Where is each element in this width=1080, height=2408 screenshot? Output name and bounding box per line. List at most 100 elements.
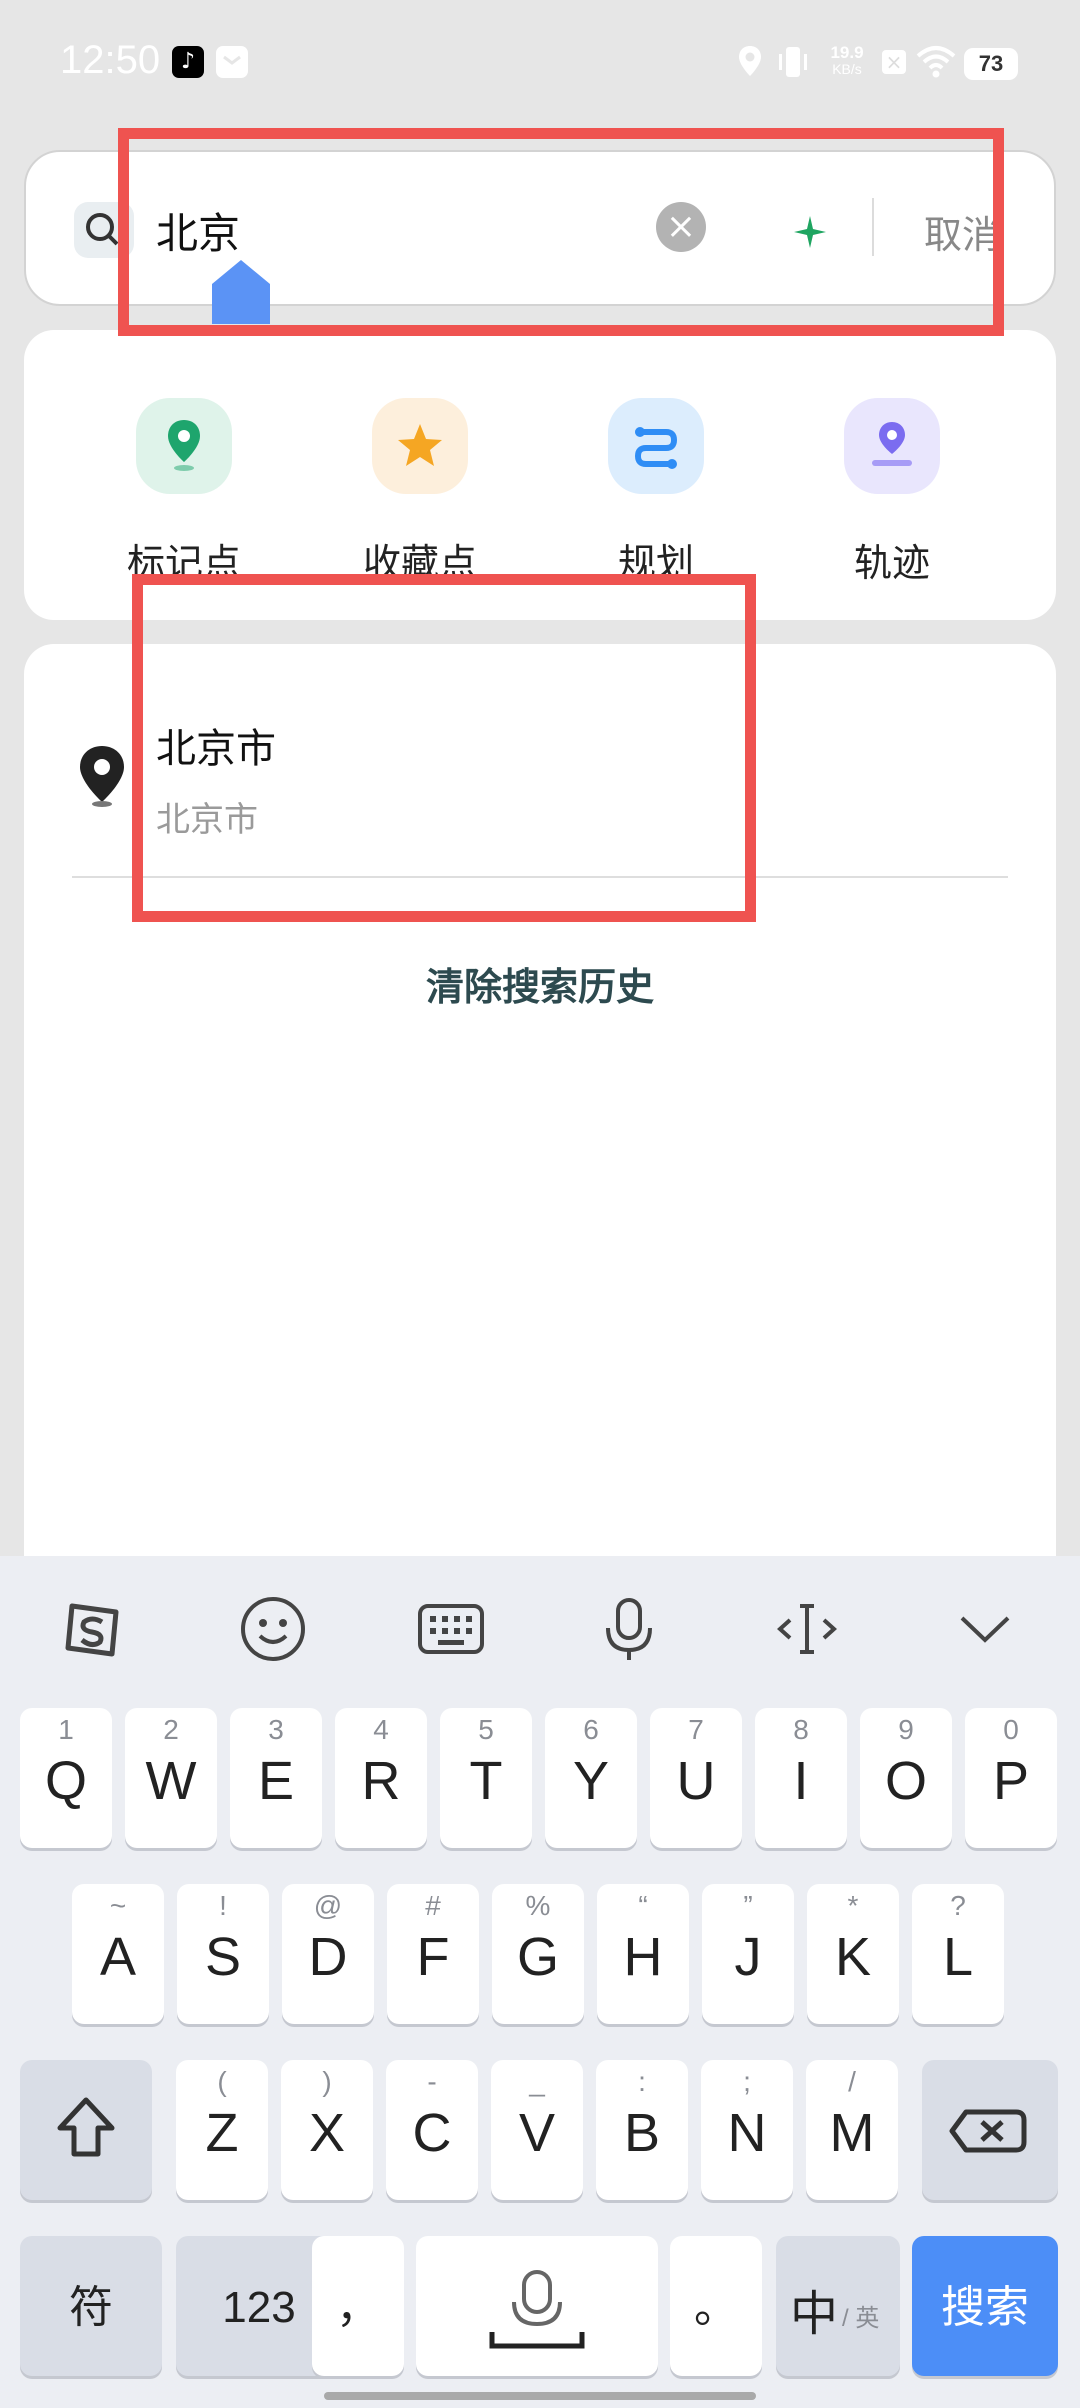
shift-key[interactable] xyxy=(20,2060,152,2200)
key-d[interactable]: @ D xyxy=(282,1884,374,2024)
key-v[interactable]: _ V xyxy=(491,2060,583,2200)
key-hint: - xyxy=(427,2066,437,2097)
key-label: D xyxy=(308,1927,348,1987)
key-r[interactable]: 4R xyxy=(335,1708,427,1848)
sogou-logo-icon[interactable] xyxy=(58,1594,128,1664)
key-label: W xyxy=(145,1751,197,1811)
key-hint: / xyxy=(848,2066,856,2097)
language-sub-label: / 英 xyxy=(842,2305,880,2332)
highlight-box-search xyxy=(118,128,1004,336)
key-x[interactable]: ) X xyxy=(281,2060,373,2200)
key-label: K xyxy=(834,1927,872,1987)
collapse-keyboard-icon[interactable] xyxy=(950,1594,1020,1664)
key-hint: “ xyxy=(638,1890,648,1921)
key-hint: % xyxy=(525,1890,551,1921)
period-key[interactable]: 。 xyxy=(670,2236,762,2376)
key-label: C xyxy=(412,2103,452,2163)
emoji-icon[interactable] xyxy=(238,1594,308,1664)
key-label: Z xyxy=(205,2103,239,2163)
language-toggle-key[interactable]: 中 / 英 xyxy=(776,2236,900,2376)
track-icon xyxy=(844,398,940,494)
key-hint: ” xyxy=(743,1890,753,1921)
key-s[interactable]: ! S xyxy=(177,1884,269,2024)
key-g[interactable]: % G xyxy=(492,1884,584,2024)
location-status-icon xyxy=(739,46,761,76)
key-hint: ( xyxy=(217,2066,227,2097)
key-label: X xyxy=(308,2103,346,2163)
key-z[interactable]: (Z xyxy=(176,2060,268,2200)
key-i[interactable]: 8I xyxy=(755,1708,847,1848)
space-key[interactable] xyxy=(416,2236,658,2376)
key-label: P xyxy=(992,1751,1030,1811)
key-y[interactable]: 6Y xyxy=(545,1708,637,1848)
backspace-key[interactable] xyxy=(922,2060,1058,2200)
key-label: I xyxy=(793,1751,809,1811)
key-o[interactable]: 9O xyxy=(860,1708,952,1848)
clear-history-button[interactable]: 清除搜索历史 xyxy=(24,956,1056,1011)
status-bar: 12:50 ♪ 19.9 KB/s × 73 xyxy=(0,0,1080,130)
key-hint: 2 xyxy=(163,1714,179,1745)
quick-action-favorite[interactable]: 收藏点 xyxy=(340,398,500,587)
quick-action-marker[interactable]: 标记点 xyxy=(104,398,264,587)
key-n[interactable]: ; N xyxy=(701,2060,793,2200)
microphone-icon[interactable] xyxy=(594,1594,664,1664)
key-t[interactable]: 5T xyxy=(440,1708,532,1848)
key-hint: # xyxy=(425,1890,441,1921)
vibrate-status-icon xyxy=(779,47,807,77)
key-hint: ? xyxy=(950,1890,966,1921)
language-main-label: 中 xyxy=(790,2288,839,2341)
key-u[interactable]: 7U xyxy=(650,1708,742,1848)
period-key-label: 。 xyxy=(694,2283,738,2332)
key-label: Q xyxy=(44,1751,87,1811)
comma-key-label: ， xyxy=(336,2283,380,2332)
key-f[interactable]: # F xyxy=(387,1884,479,2024)
key-label: N xyxy=(727,2103,767,2163)
key-k[interactable]: * K xyxy=(807,1884,899,2024)
key-label: V xyxy=(518,2103,556,2163)
keyboard-icon[interactable] xyxy=(416,1594,486,1664)
no-sim-icon: × xyxy=(882,50,906,74)
key-label: E xyxy=(257,1751,295,1811)
cursor-move-icon[interactable] xyxy=(772,1594,842,1664)
key-hint: * xyxy=(847,1890,859,1921)
highlight-box-result xyxy=(132,574,756,922)
key-l[interactable]: ? L xyxy=(912,1884,1004,2024)
soft-keyboard: 1Q2W3E4R5T6Y7U8I9O0P ~ A! S @ D # F% G “H” J * K? L … xyxy=(0,1556,1080,2408)
key-label: A xyxy=(99,1927,137,1987)
quick-action-route[interactable]: 规划 xyxy=(576,398,736,587)
comma-key[interactable]: ， xyxy=(312,2236,404,2376)
key-m[interactable]: / M xyxy=(806,2060,898,2200)
route-plan-icon xyxy=(608,398,704,494)
key-hint: 6 xyxy=(583,1714,599,1745)
keyboard-toolbar xyxy=(0,1556,1080,1696)
key-hint: 4 xyxy=(373,1714,389,1745)
network-speed: 19.9 KB/s xyxy=(822,44,872,84)
key-c[interactable]: -C xyxy=(386,2060,478,2200)
key-label: J xyxy=(734,1927,762,1987)
home-indicator[interactable] xyxy=(324,2392,756,2400)
key-label: F xyxy=(416,1927,450,1987)
symbol-key-label: 符 xyxy=(69,2283,113,2332)
key-label: T xyxy=(469,1751,503,1811)
battery-indicator: 73 xyxy=(964,48,1018,80)
key-b[interactable]: :B xyxy=(596,2060,688,2200)
key-p[interactable]: 0P xyxy=(965,1708,1057,1848)
key-a[interactable]: ~ A xyxy=(72,1884,164,2024)
key-label: O xyxy=(884,1751,927,1811)
key-label: R xyxy=(361,1751,401,1811)
search-key-label: 搜索 xyxy=(941,2283,1029,2332)
key-w[interactable]: 2W xyxy=(125,1708,217,1848)
key-hint: ~ xyxy=(109,1890,127,1921)
symbol-key[interactable]: 符 xyxy=(20,2236,162,2376)
key-h[interactable]: “H xyxy=(597,1884,689,2024)
key-j[interactable]: ” J xyxy=(702,1884,794,2024)
key-q[interactable]: 1Q xyxy=(20,1708,112,1848)
key-e[interactable]: 3E xyxy=(230,1708,322,1848)
status-time: 12:50 xyxy=(60,38,161,82)
key-hint: 8 xyxy=(793,1714,809,1745)
key-hint: ) xyxy=(322,2066,332,2097)
search-key[interactable]: 搜索 xyxy=(912,2236,1058,2376)
key-label: B xyxy=(623,2103,661,2163)
key-hint: 7 xyxy=(688,1714,704,1745)
quick-action-track[interactable]: 轨迹 xyxy=(812,398,972,587)
